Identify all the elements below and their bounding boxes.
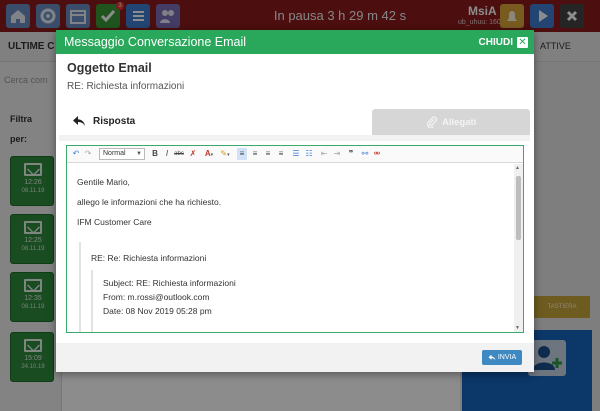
tab-allegati-label: Allegati: [442, 117, 477, 128]
indent-icon[interactable]: ⇥: [332, 148, 342, 160]
signature-line: IFM Customer Care: [77, 217, 152, 227]
highlight-icon[interactable]: ✎▾: [218, 148, 232, 160]
editor-scrollbar[interactable]: ▲ ▼: [514, 164, 523, 332]
close-button[interactable]: CHIUDI ✕: [479, 30, 528, 54]
close-icon: ✕: [517, 36, 528, 48]
scroll-down-icon[interactable]: ▼: [515, 325, 520, 331]
editor-toolbar: ↶ ↷ Normal ▼ B I abc ✗ A▾ ✎▾ ≡ ≡ ≡ ≡ ☰ ☷…: [67, 146, 523, 163]
editor-content[interactable]: Gentile Mario, allego le informazioni ch…: [67, 164, 513, 332]
clear-format-icon[interactable]: ✗: [189, 148, 197, 160]
bold-icon[interactable]: B: [151, 148, 159, 160]
close-label: CHIUDI: [478, 36, 513, 48]
tabs-divider: [59, 135, 530, 141]
quoted-from: From: m.rossi@outlook.com: [103, 292, 210, 302]
scroll-thumb[interactable]: [516, 176, 521, 240]
align-justify-icon[interactable]: ≡: [276, 148, 286, 160]
subject-heading: Oggetto Email: [67, 61, 152, 75]
undo-icon[interactable]: ↶: [71, 148, 81, 160]
modal-footer: INVIA: [56, 343, 534, 372]
strikethrough-icon[interactable]: abc: [174, 148, 184, 160]
format-select[interactable]: Normal ▼: [99, 148, 145, 160]
rich-text-editor[interactable]: ↶ ↷ Normal ▼ B I abc ✗ A▾ ✎▾ ≡ ≡ ≡ ≡ ☰ ☷…: [66, 145, 524, 333]
quote-bar: [79, 242, 81, 332]
scroll-up-icon[interactable]: ▲: [515, 165, 520, 171]
quoted-subject: Subject: RE: Richiesta informazioni: [103, 278, 236, 288]
tab-risposta[interactable]: Risposta: [59, 109, 373, 135]
subject-value: RE: Richiesta informazioni: [67, 81, 185, 92]
bullet-list-icon[interactable]: ☷: [304, 148, 314, 160]
text-color-icon[interactable]: A▾: [203, 148, 215, 160]
email-conversation-modal: Messaggio Conversazione Email CHIUDI ✕ O…: [56, 30, 534, 372]
reply-icon: [73, 116, 85, 126]
modal-title: Messaggio Conversazione Email: [64, 35, 247, 49]
align-left-icon[interactable]: ≡: [237, 148, 247, 160]
send-label: INVIA: [497, 354, 517, 361]
send-button[interactable]: INVIA: [482, 350, 522, 365]
format-select-value: Normal: [103, 150, 126, 157]
tab-risposta-label: Risposta: [93, 116, 136, 127]
tab-allegati[interactable]: Allegati: [372, 109, 530, 135]
quoted-date: Date: 08 Nov 2019 05:28 pm: [103, 306, 212, 316]
greeting-line: Gentile Mario,: [77, 177, 130, 187]
unlink-icon[interactable]: ⚮: [372, 148, 382, 160]
chevron-down-icon: ▼: [136, 151, 142, 157]
align-center-icon[interactable]: ≡: [250, 148, 260, 160]
link-icon[interactable]: ⚯: [360, 148, 370, 160]
quote-header: RE: Re: Richiesta informazioni: [91, 253, 207, 263]
align-right-icon[interactable]: ≡: [263, 148, 273, 160]
redo-icon[interactable]: ↷: [83, 148, 93, 160]
numbered-list-icon[interactable]: ☰: [291, 148, 301, 160]
modal-header: Messaggio Conversazione Email CHIUDI ✕: [56, 30, 534, 54]
blockquote-icon[interactable]: ❞: [346, 148, 356, 160]
nested-quote-bar: [91, 270, 93, 332]
paperclip-icon: [426, 116, 438, 128]
outdent-icon[interactable]: ⇤: [319, 148, 329, 160]
italic-icon[interactable]: I: [163, 148, 171, 160]
reply-icon: [488, 354, 496, 361]
body-line: allego le informazioni che ha richiesto.: [77, 197, 222, 207]
